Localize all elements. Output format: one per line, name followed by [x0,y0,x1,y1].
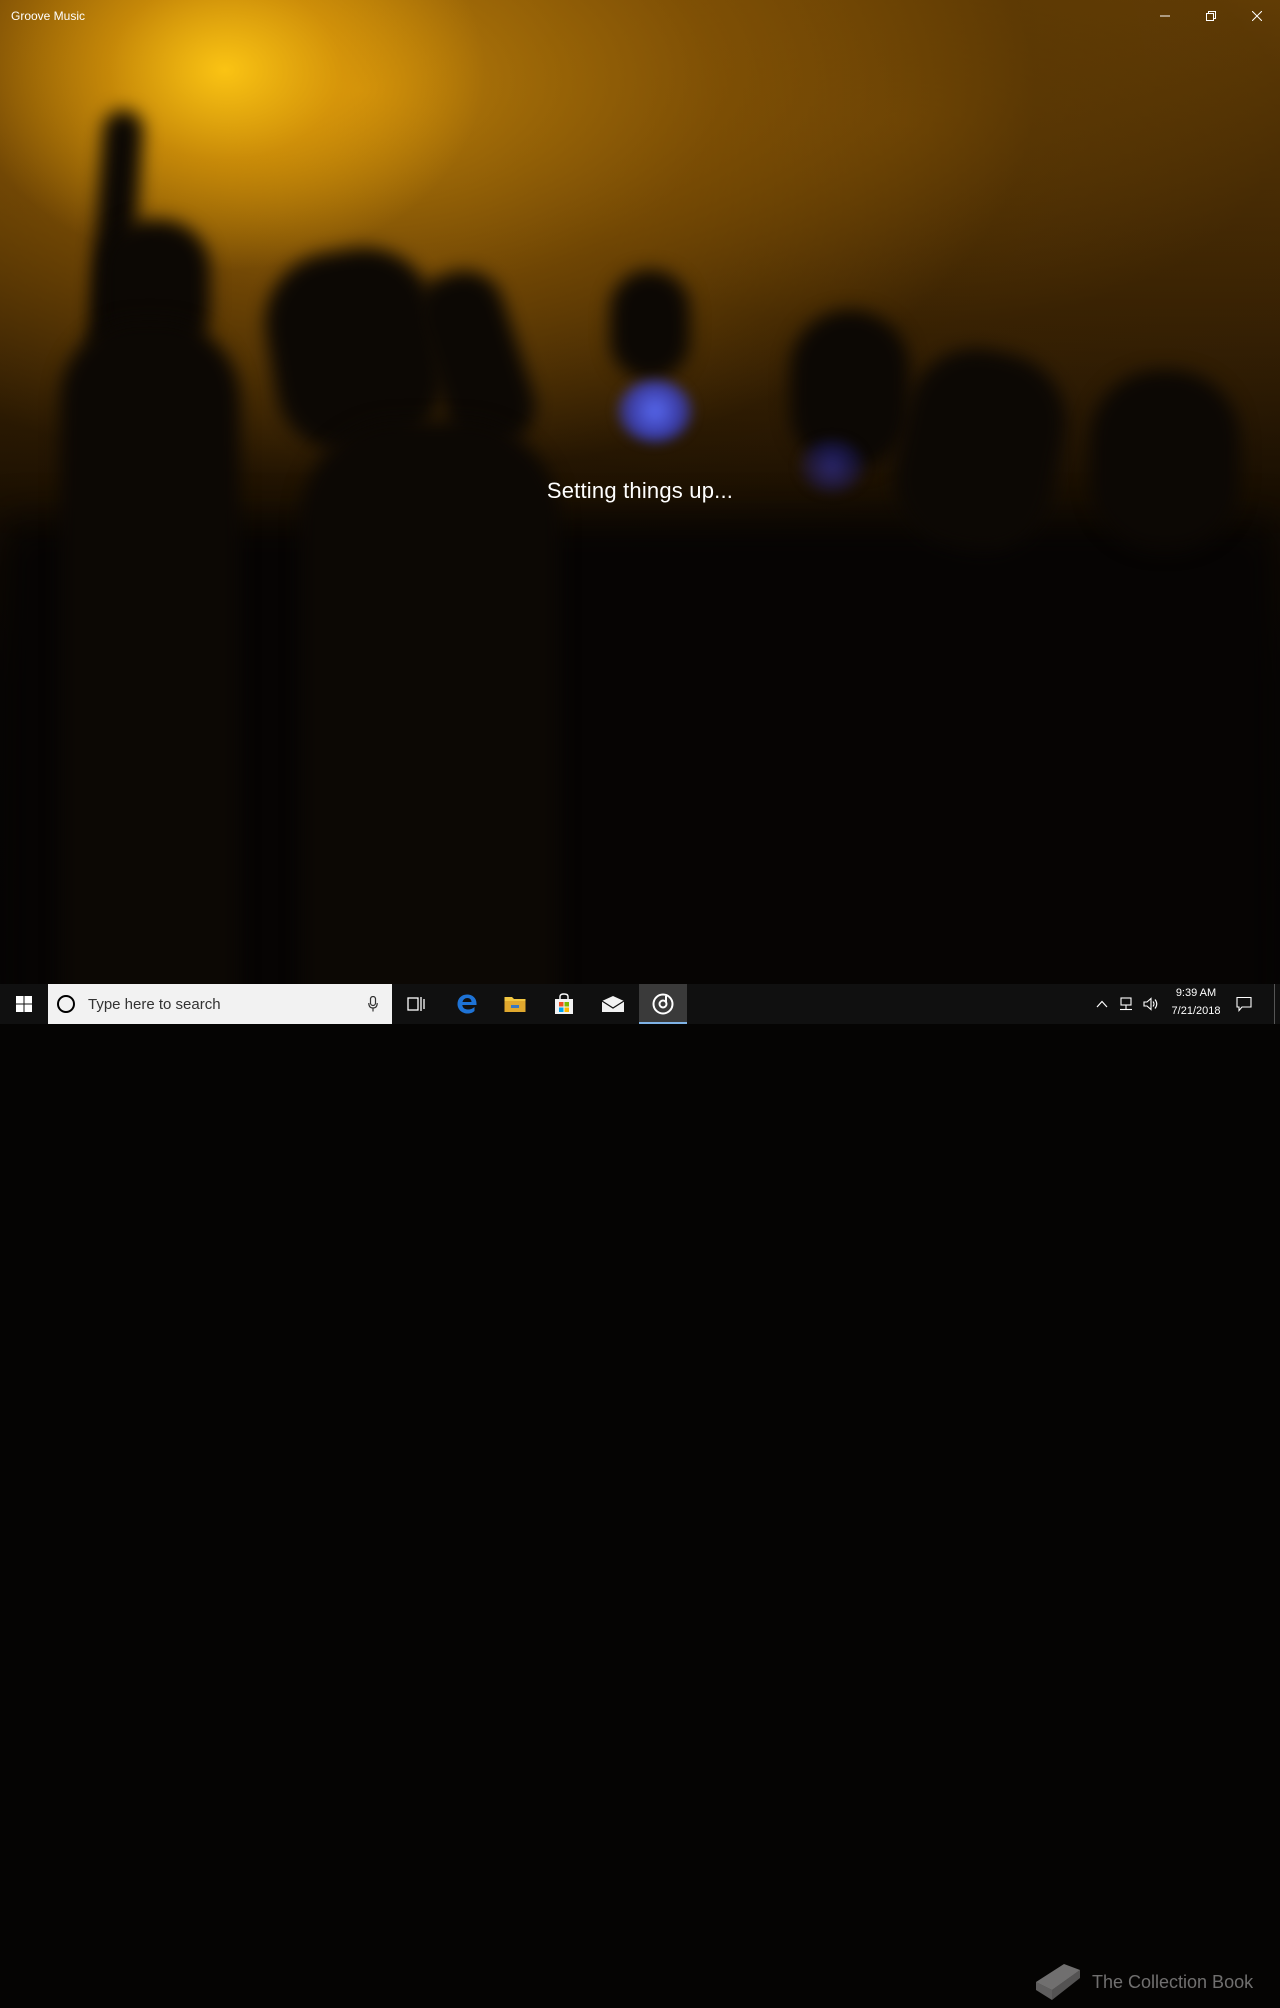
action-center-button[interactable] [1236,996,1252,1012]
store-bag-icon [555,993,573,1014]
search-box[interactable]: Type here to search [48,984,392,1024]
store-button[interactable] [540,984,588,1024]
hand-silhouette [1090,370,1240,550]
file-explorer-button[interactable] [491,984,539,1024]
groove-music-window: Groove Music Setting things up... [0,0,1280,984]
mail-icon [601,996,625,1012]
groove-music-button[interactable] [639,984,687,1024]
notification-icon [1236,996,1252,1012]
watermark-text: The Collection Book [1092,1972,1254,1992]
title-bar[interactable]: Groove Music [0,0,1280,32]
mail-button[interactable] [589,984,637,1024]
search-placeholder[interactable]: Type here to search [88,996,368,1013]
file-explorer-icon [504,997,526,1012]
speaker-icon [1143,997,1158,1011]
minimize-icon [1160,15,1170,17]
network-button[interactable] [1118,996,1134,1012]
windows-logo-icon [16,996,32,1012]
taskbar: Type here to search 9:39 AM 7/21/2018 Th… [0,984,1280,2000]
cortana-icon[interactable] [57,995,75,1013]
edge-icon [457,994,477,1014]
show-desktop-button[interactable] [1274,984,1280,1024]
task-view-button[interactable] [392,984,440,1024]
network-icon [1120,997,1132,1011]
groove-music-icon [652,993,674,1015]
watermark: The Collection Book [1030,1956,1280,2008]
arm-silhouette [60,320,240,984]
clock-time: 9:39 AM [1175,987,1217,999]
close-icon [1252,11,1262,21]
show-hidden-icons-button[interactable] [1094,996,1110,1012]
edge-browser-button[interactable] [443,984,491,1024]
close-button[interactable] [1234,0,1280,32]
arm-silhouette [300,420,560,984]
book-icon [1036,1964,1080,2000]
clock-date: 7/21/2018 [1171,1005,1221,1017]
restore-icon [1206,11,1216,21]
setup-status-text: Setting things up... [546,478,734,503]
app-title: Groove Music [11,9,86,23]
chevron-up-icon [1096,1000,1108,1008]
task-view-icon [407,997,425,1011]
hand-silhouette [610,270,690,380]
volume-button[interactable] [1143,996,1159,1012]
minimize-button[interactable] [1142,0,1188,32]
microphone-icon[interactable] [368,996,378,1012]
start-button[interactable] [0,984,48,1024]
blue-light-flare [618,380,692,442]
restore-button[interactable] [1188,0,1234,32]
